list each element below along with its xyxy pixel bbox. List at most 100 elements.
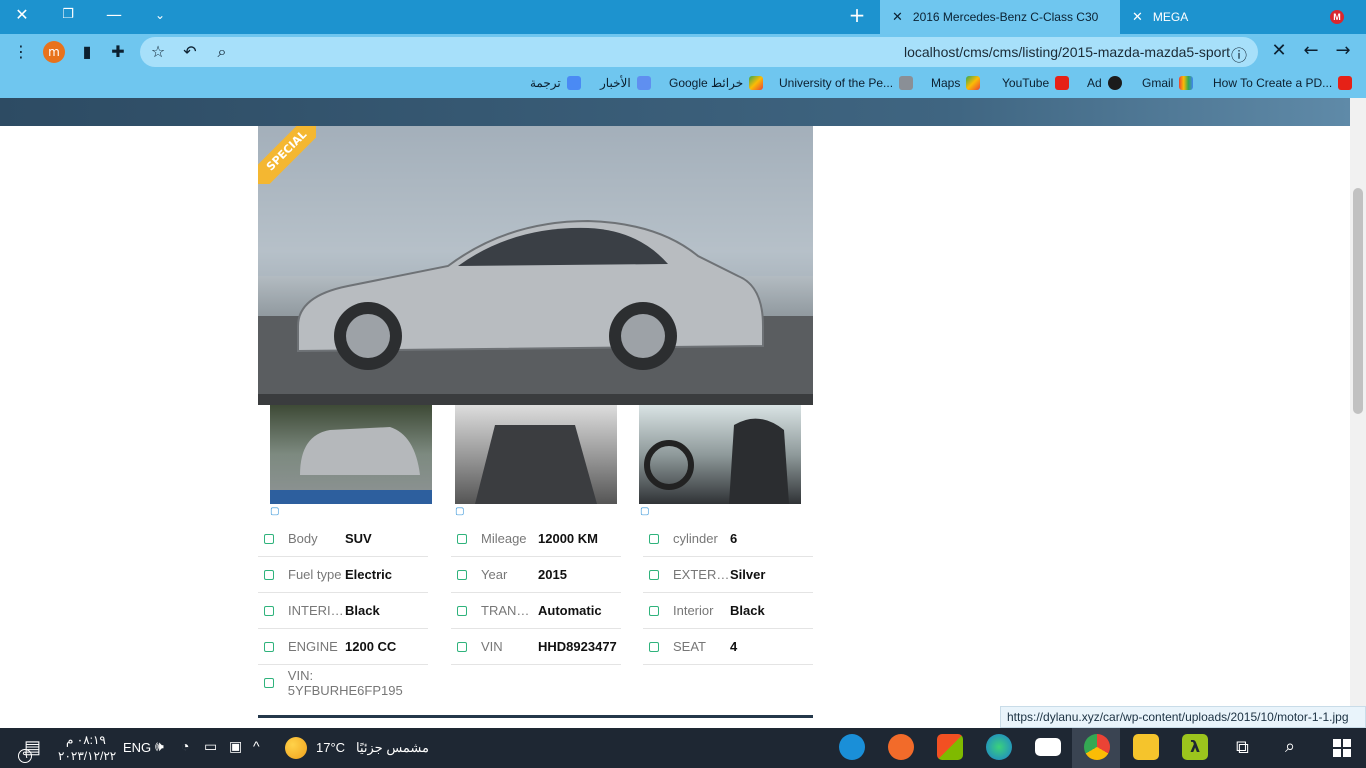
edge-icon[interactable]	[986, 734, 1012, 760]
thumbnail-image	[270, 427, 432, 504]
spec-icon	[457, 533, 467, 544]
forward-icon[interactable]: →	[1332, 40, 1354, 61]
spec-icon	[649, 533, 659, 544]
bookmark-maps[interactable]: Maps	[931, 76, 981, 90]
site-info-icon[interactable]: ⓘ	[1228, 42, 1250, 66]
main-car-photo[interactable]	[258, 126, 813, 405]
bookmark-label: University of the Pe...	[779, 76, 894, 90]
menu-dots-icon[interactable]: ⋮	[10, 42, 32, 61]
spec-row-year: Year 2015	[451, 557, 621, 593]
scrollbar-thumb[interactable]	[1353, 188, 1363, 414]
bookmark-star-icon[interactable]: ☆	[147, 42, 169, 61]
spec-icon	[264, 569, 274, 580]
bookmark-label: How To Create a PD...	[1213, 76, 1333, 90]
spec-row-fuel: Fuel type Electric	[258, 557, 428, 593]
spec-row-cylinder: cylinder 6	[643, 521, 813, 557]
share-icon[interactable]: ↶	[179, 42, 201, 61]
windows-start-icon[interactable]	[1333, 739, 1351, 757]
search-icon[interactable]: ⌕	[211, 42, 233, 62]
link-status-bubble: https://dylanu.xyz/car/wp-content/upload…	[1000, 706, 1366, 728]
bookmark-label: Maps	[931, 76, 961, 90]
extensions-icon[interactable]: ✚	[107, 42, 129, 61]
search-taskbar-icon[interactable]: ⌕	[1285, 736, 1295, 757]
spec-label: Mileage	[481, 531, 527, 546]
mail-icon[interactable]	[1035, 738, 1061, 756]
language-indicator[interactable]: ENG	[123, 740, 151, 755]
thumbnail-interior[interactable]	[639, 405, 801, 504]
spec-value: 2015	[538, 567, 567, 582]
spec-label: TRANSMISSION	[481, 603, 538, 618]
mega-favicon-icon: M	[1330, 10, 1344, 24]
close-tab-icon[interactable]: ✕	[892, 9, 903, 25]
spec-icon	[264, 605, 274, 616]
minimize-window-icon[interactable]: —	[102, 5, 126, 24]
task-view-icon[interactable]: ⧉	[1236, 737, 1249, 758]
spec-row-body: Body SUV	[258, 521, 428, 557]
bookmark-ad[interactable]: Ad	[1087, 76, 1122, 90]
special-ribbon: SPECIAL	[258, 126, 316, 184]
bookmark-translate[interactable]: ترجمة	[530, 76, 581, 90]
spec-row-seat: SEAT 4	[643, 629, 813, 665]
battery-icon[interactable]: ▭	[204, 738, 217, 755]
clock-time[interactable]: ٠٨:١٩ م	[66, 733, 106, 747]
ribbon-label: SPECIAL	[258, 126, 316, 184]
bookmark-pdf[interactable]: How To Create a PD...	[1213, 76, 1353, 90]
spec-value: 4	[730, 639, 738, 654]
bookmark-university[interactable]: University of the Pe...	[779, 76, 914, 90]
tab-search-chevron-icon[interactable]: ⌄	[148, 8, 172, 22]
thumbnail-image	[644, 418, 789, 504]
spec-value: 12000 KM	[538, 531, 598, 546]
bookmark-google-maps[interactable]: Google خرائط	[669, 76, 764, 90]
image-icon: ▢	[455, 506, 465, 517]
thumbnail-image	[475, 425, 597, 504]
spec-row-engine: ENGINE 1200 CC	[258, 629, 428, 665]
bookmark-youtube[interactable]: YouTube	[1002, 76, 1070, 90]
spec-row-vin: VIN HHD8923477	[451, 629, 621, 665]
clock-date[interactable]: ٢٠٢٣/١٢/٢٢	[58, 749, 116, 763]
sidebar-icon[interactable]: ▮	[76, 42, 98, 61]
stop-icon[interactable]: ✕	[1268, 40, 1290, 61]
chrome-icon[interactable]	[1084, 734, 1110, 760]
close-window-icon[interactable]: ✕	[10, 5, 34, 24]
spec-row-interior: INTERIOR Black	[258, 593, 428, 629]
restore-window-icon[interactable]: ❐	[56, 7, 80, 22]
profile-avatar[interactable]: m	[43, 41, 65, 63]
weather-description[interactable]: مشمس جزئيًا	[356, 740, 429, 756]
bookmark-label: Ad	[1087, 76, 1102, 90]
app-icon-orange-app[interactable]	[888, 734, 914, 760]
microsoft-store-icon[interactable]	[937, 734, 963, 760]
thumbnail-exterior[interactable]	[270, 405, 432, 504]
bookmark-news[interactable]: الأخبار	[600, 76, 651, 90]
back-icon[interactable]: ←	[1300, 40, 1322, 61]
tab-mega[interactable]: ✕ MEGA M	[1120, 0, 1360, 34]
thumbnail-trunk[interactable]	[455, 405, 617, 504]
spec-label: ENGINE	[288, 639, 338, 654]
spec-icon	[264, 533, 274, 544]
new-tab-icon[interactable]: +	[845, 3, 869, 27]
spec-value: HHD8923477	[538, 639, 617, 654]
bookmark-label: YouTube	[1002, 76, 1050, 90]
close-tab-icon[interactable]: ✕	[1132, 9, 1143, 25]
lambda-app-icon[interactable]: λ	[1182, 734, 1208, 760]
maps-icon	[966, 76, 981, 90]
spec-label: INTERIOR	[288, 603, 345, 618]
spec-value: SUV	[345, 531, 372, 546]
weather-sun-icon[interactable]	[285, 737, 307, 759]
spec-label: Fuel type	[288, 567, 342, 582]
weather-temperature[interactable]: 17°C	[316, 740, 345, 755]
show-hidden-icons-chevron-icon[interactable]: ^	[253, 738, 260, 754]
file-explorer-icon[interactable]	[1133, 734, 1159, 760]
wifi-icon[interactable]: ◔	[181, 738, 189, 754]
app-icon-blue-app[interactable]	[839, 734, 865, 760]
spec-icon	[457, 605, 467, 616]
url-text[interactable]: localhost/cms/cms/listing/2015-mazda-maz…	[904, 44, 1230, 60]
news-icon	[636, 76, 651, 90]
spec-value: 1200 CC	[345, 639, 397, 654]
spec-icon	[649, 569, 659, 580]
spec-icon	[457, 641, 467, 652]
tab-mercedes[interactable]: ✕ 2016 Mercedes-Benz C-Class C30	[880, 0, 1120, 34]
spec-value: Automatic	[538, 603, 602, 618]
bookmark-gmail[interactable]: Gmail	[1142, 76, 1194, 90]
volume-icon[interactable]: 🕪	[155, 738, 164, 755]
device-icon[interactable]: ▣	[229, 738, 242, 755]
